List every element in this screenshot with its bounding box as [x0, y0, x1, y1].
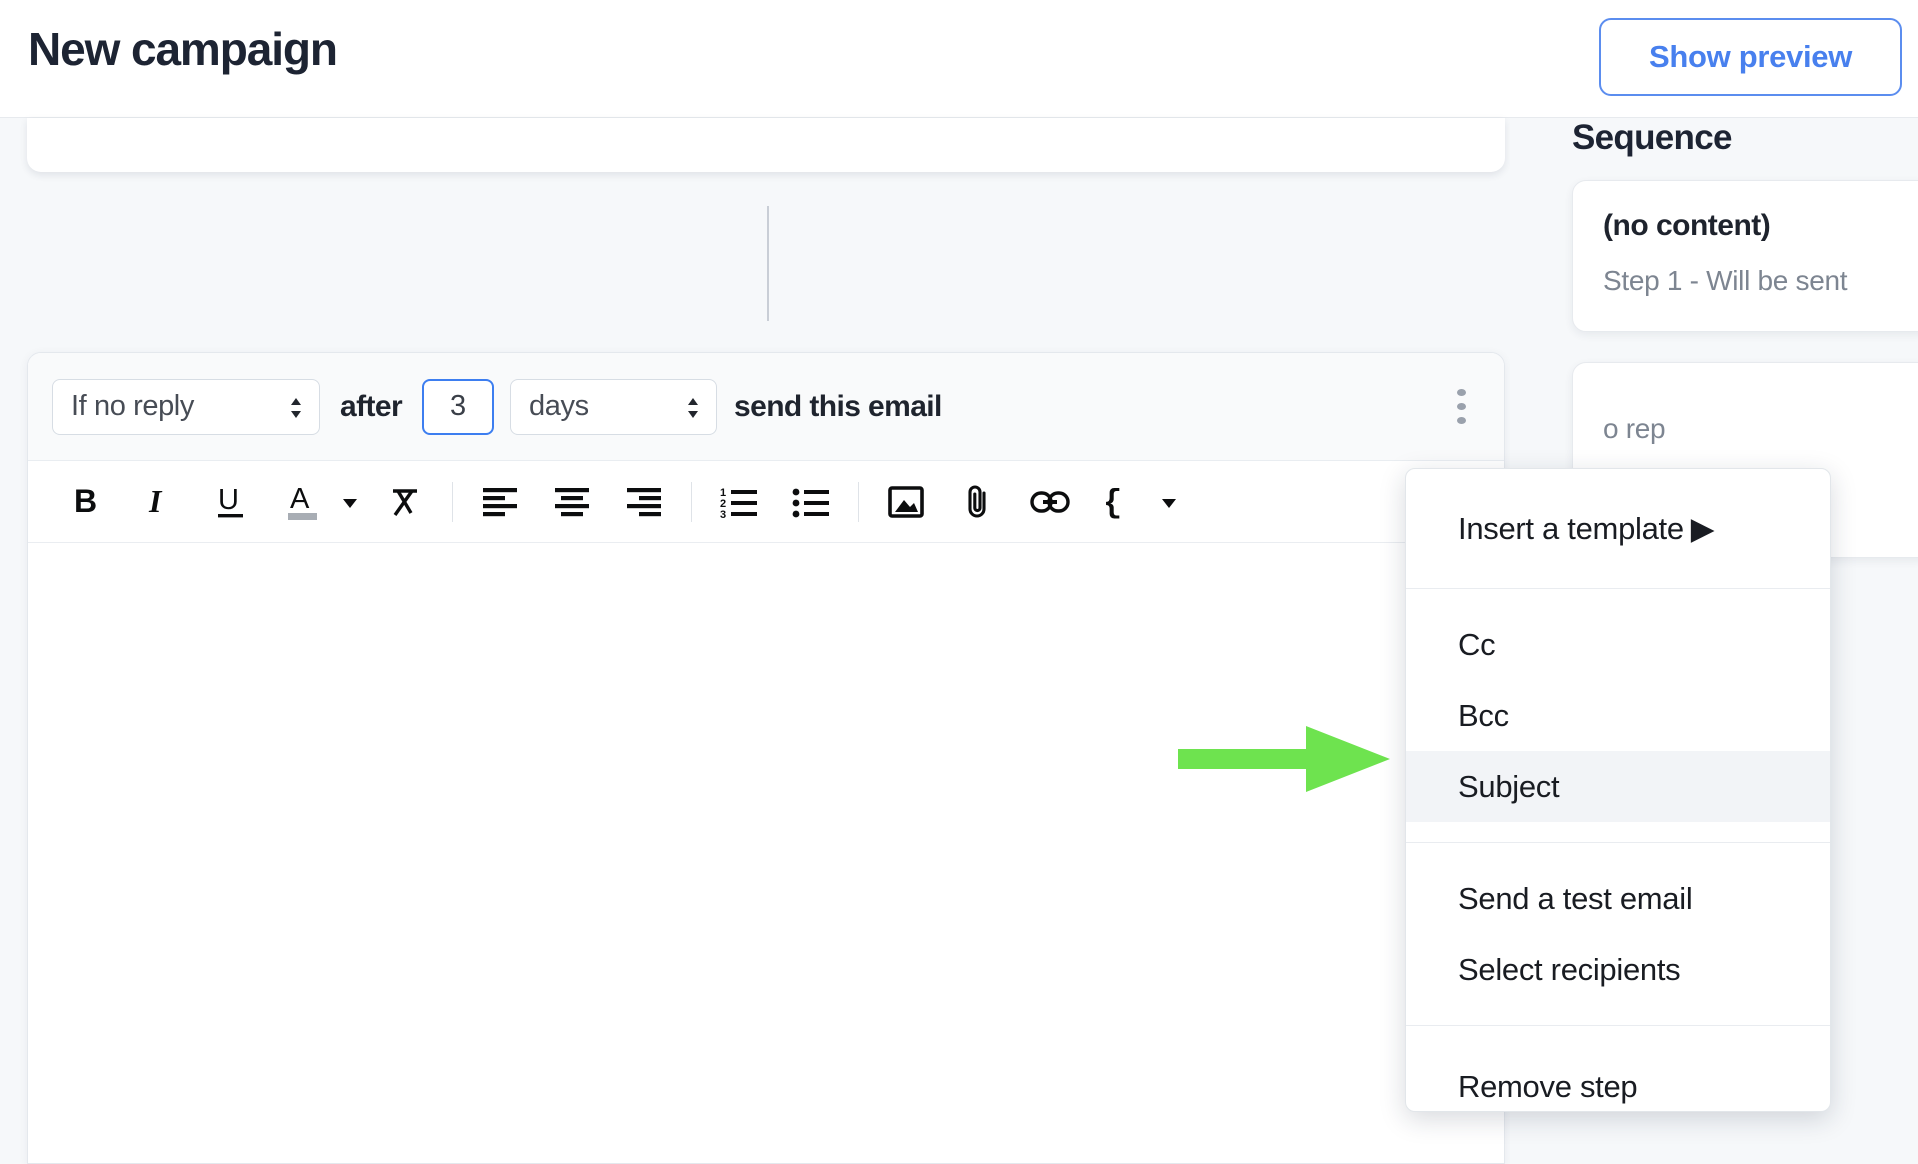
toolbar-divider [858, 481, 859, 522]
submenu-arrow-icon: ▶ [1690, 510, 1715, 546]
svg-text:U: U [218, 484, 239, 516]
kebab-dot [1456, 403, 1466, 410]
email-body-editor[interactable] [28, 543, 1504, 1163]
after-label: after [340, 389, 403, 423]
ordered-list-icon[interactable]: 1 2 3 [714, 476, 764, 528]
svg-text:B: B [74, 485, 97, 519]
unit-select[interactable]: days [510, 378, 718, 435]
insert-link-icon[interactable] [1025, 476, 1075, 528]
underline-icon[interactable]: U [206, 476, 256, 528]
clear-formatting-icon[interactable] [380, 476, 430, 528]
kebab-dot [1456, 389, 1466, 396]
text-color-icon[interactable]: A [278, 476, 328, 528]
page-title: New campaign [28, 23, 338, 75]
chevron-down-icon[interactable] [342, 496, 358, 508]
menu-item-remove-step[interactable]: Remove step [1406, 1051, 1830, 1111]
align-center-icon[interactable] [547, 476, 597, 528]
app-root: New campaign Show preview If no reply af… [0, 0, 1918, 1164]
top-bar: New campaign Show preview [0, 0, 1918, 118]
sequence-step-title: (no content) [1603, 209, 1771, 242]
condition-select-value: If no reply [71, 390, 194, 422]
insert-image-icon[interactable] [881, 476, 931, 528]
campaign-canvas: If no reply after days [0, 118, 1510, 1164]
toolbar-divider [691, 481, 692, 522]
kebab-dot [1456, 417, 1466, 424]
annotation-arrow-icon [1178, 726, 1390, 792]
menu-item-insert-a-template[interactable]: Insert a template ▶ [1406, 493, 1830, 564]
step-context-menu: Insert a template ▶ Cc Bcc Subject Send … [1405, 468, 1831, 1112]
menu-item-subject[interactable]: Subject [1406, 751, 1830, 822]
show-preview-button[interactable]: Show preview [1599, 18, 1902, 96]
kebab-menu-icon[interactable] [1444, 386, 1478, 428]
condition-select[interactable]: If no reply [52, 378, 320, 435]
menu-item-cc[interactable]: Cc [1406, 609, 1830, 680]
previous-step-card[interactable] [27, 118, 1505, 172]
step-header: If no reply after days [28, 353, 1504, 461]
updown-chevrons-icon [289, 395, 303, 419]
unit-select-value: days [529, 390, 589, 422]
bold-icon[interactable]: B [62, 476, 112, 528]
menu-item-select-recipients[interactable]: Select recipients [1406, 934, 1830, 1005]
svg-text:3: 3 [720, 509, 726, 518]
updown-chevrons-icon [686, 395, 700, 419]
svg-text:A: A [290, 483, 310, 515]
action-label: send this email [734, 389, 942, 423]
format-toolbar: B I U A 1 2 3 { [28, 461, 1504, 543]
step-connector-line [767, 206, 769, 321]
svg-text:{ }: { } [1103, 485, 1144, 521]
menu-item-send-a-test-email[interactable]: Send a test email [1406, 863, 1830, 934]
align-right-icon[interactable] [619, 476, 669, 528]
sequence-title: Sequence [1572, 118, 1732, 157]
menu-item-bcc[interactable]: Bcc [1406, 680, 1830, 751]
toolbar-divider [452, 481, 453, 522]
sequence-step-card-1[interactable]: (no content) Step 1 - Will be sent [1572, 180, 1918, 332]
italic-icon[interactable]: I [134, 476, 184, 528]
delay-value-input[interactable] [422, 378, 495, 435]
bullet-list-icon[interactable] [786, 476, 836, 528]
menu-item-label: Insert a template [1458, 510, 1684, 546]
variables-icon[interactable]: { } [1097, 476, 1147, 528]
sequence-step-subtitle: o rep [1603, 413, 1666, 444]
align-left-icon[interactable] [475, 476, 525, 528]
attachment-icon[interactable] [953, 476, 1003, 528]
svg-text:I: I [148, 485, 163, 519]
sequence-step-subtitle: Step 1 - Will be sent [1603, 265, 1848, 296]
chevron-down-icon[interactable] [1161, 496, 1177, 508]
